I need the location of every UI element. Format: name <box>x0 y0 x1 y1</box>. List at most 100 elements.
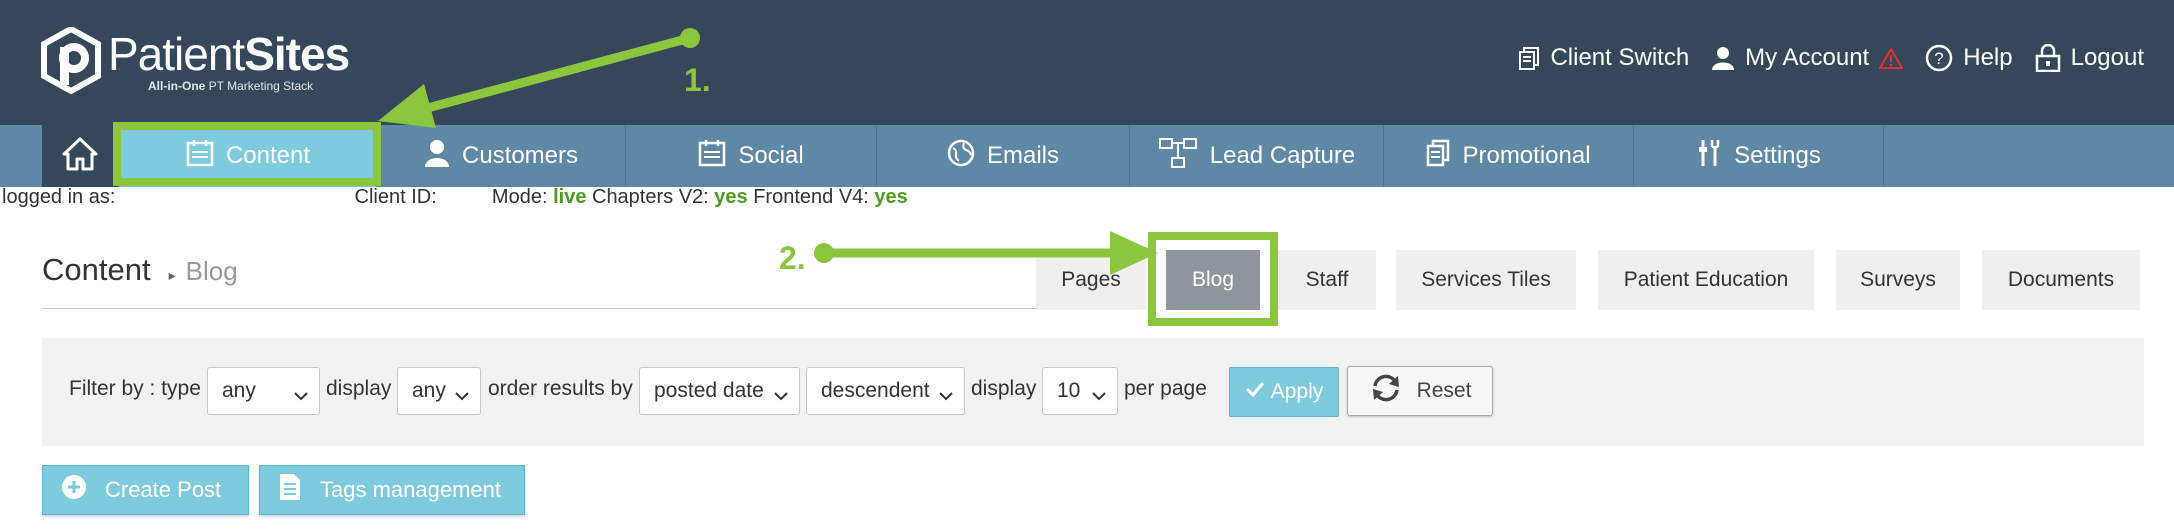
tab-services-tiles-label: Services Tiles <box>1421 268 1551 291</box>
check-icon <box>1245 380 1265 404</box>
top-header: PatientSites All-in-One PT Marketing Sta… <box>0 0 2174 125</box>
per-page-select-value: 10 <box>1057 379 1081 402</box>
document-list-icon <box>278 473 302 507</box>
per-page-select[interactable]: 10 <box>1042 367 1118 415</box>
nav-customers-label: Customers <box>461 142 579 169</box>
client-switch-link[interactable]: Client Switch <box>1518 44 1689 72</box>
tagline-rest: PT Marketing Stack <box>205 79 314 93</box>
display-select-value: any <box>412 379 446 402</box>
refresh-icon <box>1369 373 1403 409</box>
tab-staff-label: Staff <box>1305 268 1349 291</box>
patientsites-logo[interactable]: PatientSites All-in-One PT Marketing Sta… <box>40 25 350 98</box>
help-label: Help <box>1963 44 2013 71</box>
chevron-down-icon <box>1091 384 1107 408</box>
logout-link[interactable]: Logout <box>2035 44 2144 72</box>
order-select[interactable]: posted date <box>639 367 800 415</box>
question-circle-icon: ? <box>1925 44 1953 72</box>
nav-emails-label: Emails <box>986 142 1059 169</box>
create-post-button[interactable]: Create Post <box>42 465 249 515</box>
frontend-value: yes <box>874 186 908 208</box>
client-switch-label: Client Switch <box>1550 44 1690 71</box>
nav-promotional-label: Promotional <box>1462 142 1591 169</box>
page-title: Content ▸ Blog <box>42 252 238 288</box>
header-links: Client Switch My Account ? Help Logout <box>1518 44 2144 72</box>
reset-button-label: Reset <box>1416 379 1472 402</box>
session-info: logged in as: Client ID: Mode: live Chap… <box>2 186 908 209</box>
display-select[interactable]: any <box>397 367 481 415</box>
chevron-down-icon <box>454 384 470 408</box>
tab-documents[interactable]: Documents <box>1982 250 2140 310</box>
calendar-icon <box>698 139 726 174</box>
page-title-text: Content <box>42 252 151 287</box>
logo-mark-icon <box>40 25 102 97</box>
tab-patient-education[interactable]: Patient Education <box>1598 250 1814 310</box>
tab-services-tiles[interactable]: Services Tiles <box>1396 250 1576 310</box>
nav-promotional[interactable]: Promotional <box>1384 125 1634 187</box>
person-icon <box>424 139 450 174</box>
nav-customers[interactable]: Customers <box>377 125 626 187</box>
filter-by-label: Filter by : type <box>69 377 201 400</box>
copy-icon <box>1426 139 1450 174</box>
tagline-bold: All-in-One <box>148 79 206 93</box>
type-select-value: any <box>222 379 256 402</box>
display-label: display <box>326 377 392 400</box>
tab-patient-education-label: Patient Education <box>1623 268 1789 291</box>
my-account-link[interactable]: My Account <box>1711 44 1904 72</box>
title-divider <box>42 308 1042 309</box>
annotation-step-2: 2. <box>779 240 806 276</box>
tags-management-label: Tags management <box>320 477 501 502</box>
logout-label: Logout <box>2070 44 2144 71</box>
tab-surveys-label: Surveys <box>1860 268 1936 291</box>
lock-icon <box>2035 44 2061 72</box>
nav-settings[interactable]: Settings <box>1634 125 1884 187</box>
apply-button[interactable]: Apply <box>1229 367 1339 417</box>
order-select-value: posted date <box>654 379 764 402</box>
direction-select[interactable]: descendent <box>806 367 965 415</box>
my-account-label: My Account <box>1745 44 1870 71</box>
brand-name-light: Patient <box>108 28 245 80</box>
nav-social-label: Social <box>738 142 804 169</box>
type-select[interactable]: any <box>207 367 320 415</box>
mode-label: Mode: <box>491 186 554 208</box>
breadcrumb-current: Blog <box>185 256 238 286</box>
nav-lead-capture[interactable]: Lead Capture <box>1130 125 1384 187</box>
reset-button[interactable]: Reset <box>1347 366 1493 416</box>
annotation-arrow-2-start <box>814 243 834 263</box>
order-by-label: order results by <box>488 377 633 400</box>
direction-select-value: descendent <box>821 379 930 402</box>
warning-icon <box>1879 47 1904 69</box>
brand-name-bold: Sites <box>244 28 350 80</box>
nav-home[interactable] <box>42 125 118 187</box>
nav-social[interactable]: Social <box>626 125 877 187</box>
chapters-label: Chapters V2: <box>586 186 715 208</box>
nav-lead-capture-label: Lead Capture <box>1209 142 1356 169</box>
client-id-label: Client ID: <box>354 186 437 208</box>
chevron-down-icon <box>293 384 309 408</box>
globe-icon <box>947 139 975 174</box>
nav-settings-label: Settings <box>1734 142 1821 169</box>
breadcrumb-separator: ▸ <box>168 267 176 283</box>
clipboard-icon <box>1518 46 1540 70</box>
home-icon <box>62 137 98 176</box>
svg-text:?: ? <box>1935 49 1944 68</box>
per-page-label: per page <box>1124 377 1207 400</box>
sitemap-icon <box>1158 137 1198 176</box>
user-icon <box>1711 46 1735 70</box>
tags-management-button[interactable]: Tags management <box>259 465 525 515</box>
tab-surveys[interactable]: Surveys <box>1836 250 1960 310</box>
chapters-value: yes <box>714 186 748 208</box>
tab-pages[interactable]: Pages <box>1036 250 1146 310</box>
create-post-label: Create Post <box>105 477 222 502</box>
chevron-down-icon <box>773 384 789 408</box>
mode-value: live <box>553 186 587 208</box>
nav-emails[interactable]: Emails <box>877 125 1130 187</box>
apply-button-label: Apply <box>1270 380 1324 403</box>
annotation-highlight-blog <box>1148 232 1278 326</box>
annotation-step-1: 1. <box>684 62 711 98</box>
tab-pages-label: Pages <box>1061 268 1121 291</box>
logged-in-label: logged in as: <box>2 186 116 208</box>
tab-staff[interactable]: Staff <box>1278 250 1376 310</box>
frontend-label: Frontend V4: <box>747 186 875 208</box>
help-link[interactable]: ? Help <box>1925 44 2013 72</box>
chevron-down-icon <box>938 384 954 408</box>
